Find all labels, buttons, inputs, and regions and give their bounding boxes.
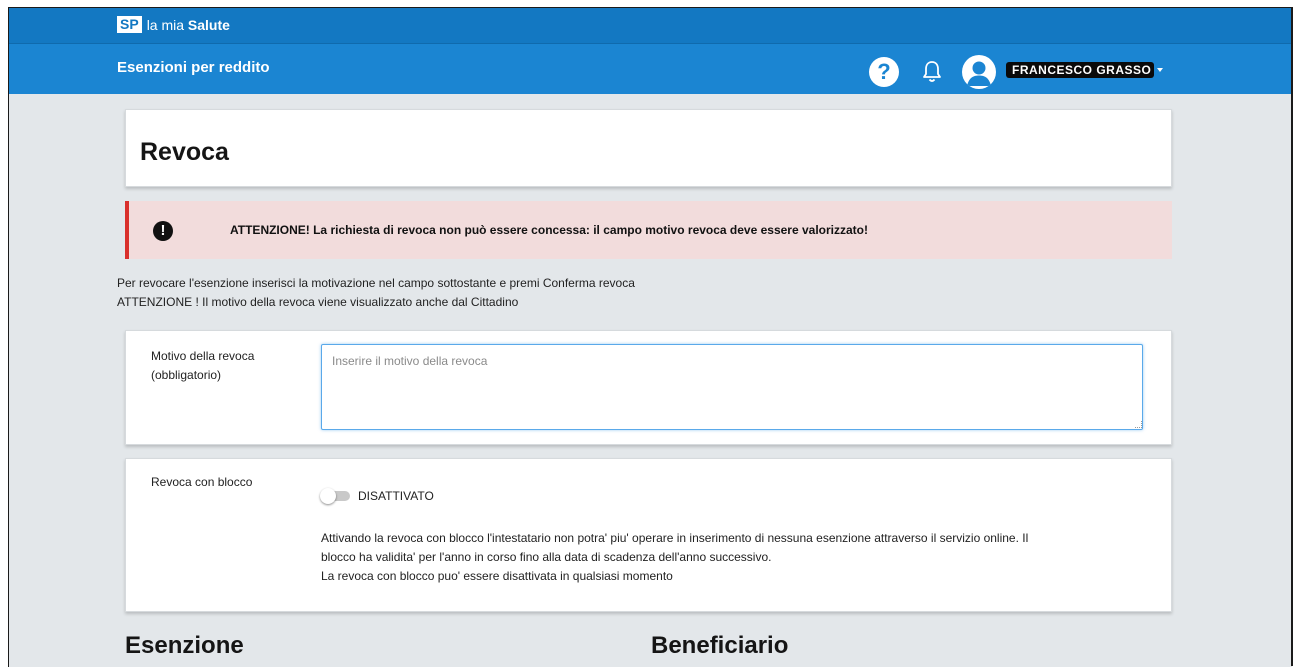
top-navigation-bar: SP la mia Salute Esenzioni per reddito ?… xyxy=(9,8,1292,94)
toggle-knob[interactable] xyxy=(320,488,336,504)
revoca-blocco-card: Revoca con blocco DISATTIVATO Attivando … xyxy=(125,458,1172,612)
brand-prefix: la mia xyxy=(146,16,188,33)
instruction-text: Per revocare l'esenzione inserisci la mo… xyxy=(117,276,635,290)
user-avatar-icon[interactable] xyxy=(962,55,996,89)
beneficiario-heading: Beneficiario xyxy=(651,632,789,659)
user-menu-dropdown[interactable]: FRANCESCO GRASSO xyxy=(1006,62,1163,78)
sp-logo: SP xyxy=(117,16,142,33)
textarea-resize-handle[interactable] xyxy=(1135,421,1142,428)
error-alert: ! ATTENZIONE! La richiesta di revoca non… xyxy=(125,201,1172,259)
question-circle-icon[interactable]: ? xyxy=(869,57,899,87)
revoca-blocco-label: Revoca con blocco xyxy=(151,475,253,489)
warning-text: ATTENZIONE ! Il motivo della revoca vien… xyxy=(117,295,519,309)
blocco-desc-line2: blocco ha validita' per l'anno in corso … xyxy=(321,550,772,564)
section-title: Esenzioni per reddito xyxy=(117,59,270,76)
page-title: Revoca xyxy=(140,138,229,166)
esenzione-heading: Esenzione xyxy=(125,632,244,659)
user-name: FRANCESCO GRASSO xyxy=(1006,62,1154,78)
brand-name-bold: Salute xyxy=(187,16,230,33)
brand-logo-link[interactable]: SP la mia Salute xyxy=(117,16,230,33)
motivo-revoca-textarea[interactable] xyxy=(321,344,1143,430)
motivo-label-line2: (obbligatorio) xyxy=(151,368,222,382)
bell-icon[interactable] xyxy=(922,60,942,84)
page-title-card: Revoca xyxy=(125,109,1172,187)
blocco-desc-line1: Attivando la revoca con blocco l'intesta… xyxy=(321,531,1029,545)
motivo-card: Motivo della revoca (obbligatorio) xyxy=(125,330,1172,445)
app-window: SP la mia Salute Esenzioni per reddito ?… xyxy=(8,7,1292,667)
exclamation-circle-icon: ! xyxy=(153,221,173,241)
alert-message: ATTENZIONE! La richiesta di revoca non p… xyxy=(230,223,868,237)
blocco-desc-line3: La revoca con blocco puo' essere disatti… xyxy=(321,569,673,583)
motivo-label: Motivo della revoca (obbligatorio) xyxy=(151,347,301,385)
revoca-blocco-description: Attivando la revoca con blocco l'intesta… xyxy=(321,529,1141,586)
motivo-label-line1: Motivo della revoca xyxy=(151,349,255,363)
caret-down-icon xyxy=(1157,68,1163,72)
brand-bar: SP la mia Salute xyxy=(9,8,1292,44)
toggle-state-label: DISATTIVATO xyxy=(358,489,434,503)
brand-name: la mia Salute xyxy=(147,17,230,33)
